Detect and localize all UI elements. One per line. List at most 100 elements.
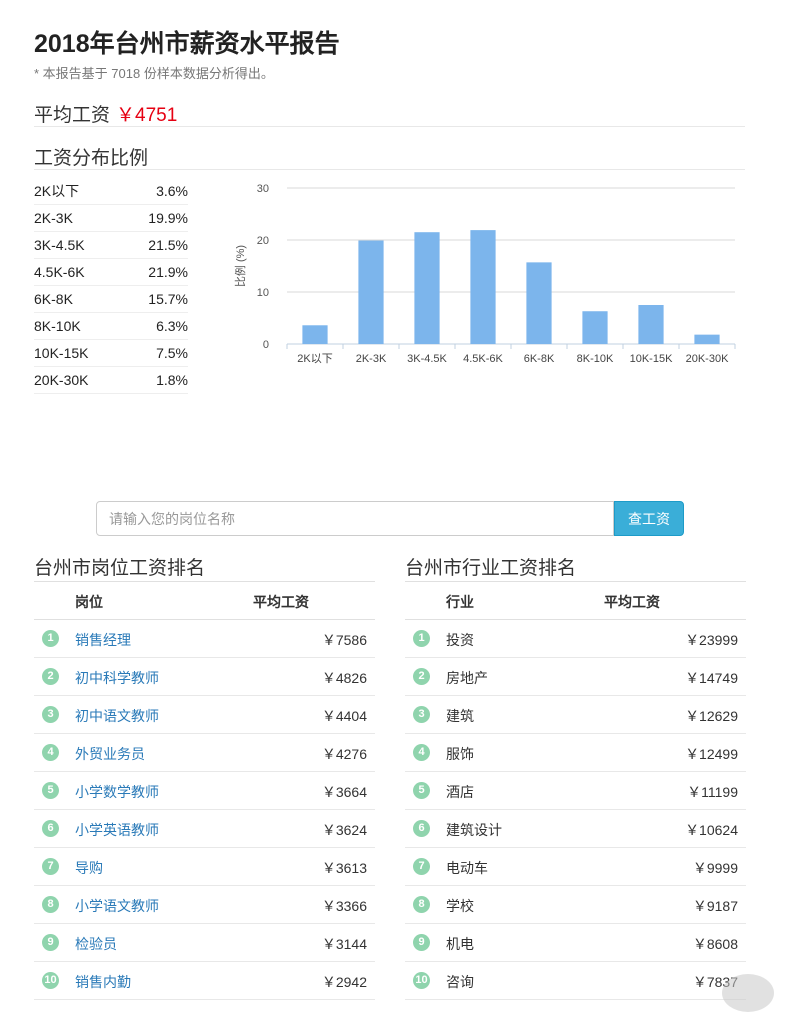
- range-percent: 1.8%: [156, 372, 188, 388]
- rank-badge: 3: [42, 706, 59, 723]
- range-percent: 15.7%: [148, 291, 188, 307]
- col-salary: 平均工资: [604, 594, 660, 610]
- salary-value: ￥12499: [685, 746, 738, 762]
- bar[interactable]: [694, 334, 720, 344]
- x-tick-label: 3K-4.5K: [407, 353, 447, 365]
- rank-badge: 1: [42, 630, 59, 647]
- job-ranking: 台州市岗位工资排名 岗位 平均工资 1 销售经理 ￥7586 2 初中科学教师 ￥4826…: [34, 553, 375, 1000]
- ranking-row[interactable]: 4 外贸业务员 ￥4276: [34, 734, 375, 772]
- job-link[interactable]: 外贸业务员: [75, 744, 145, 764]
- ranking-row: 3 建筑 ￥12629: [405, 696, 746, 734]
- bar[interactable]: [302, 325, 328, 344]
- ranking-row[interactable]: 1 销售经理 ￥7586: [34, 620, 375, 658]
- y-tick-label: 0: [263, 339, 269, 351]
- industry-name: 房地产: [446, 670, 488, 686]
- industry-name: 投资: [446, 632, 474, 648]
- range-label: 2K-3K: [34, 210, 73, 226]
- industry-name: 酒店: [446, 784, 474, 800]
- ranking-row: 5 酒店 ￥11199: [405, 772, 746, 810]
- job-link[interactable]: 小学英语教师: [75, 820, 159, 840]
- average-salary: 平均工资 ￥4751: [34, 100, 745, 127]
- watermark-logo: [722, 974, 774, 1012]
- range-label: 3K-4.5K: [34, 237, 85, 253]
- ranking-row[interactable]: 9 检验员 ￥3144: [34, 924, 375, 962]
- rank-badge: 10: [413, 972, 430, 989]
- job-ranking-header: 岗位 平均工资: [34, 582, 375, 620]
- range-label: 20K-30K: [34, 372, 89, 388]
- job-link[interactable]: 初中语文教师: [75, 706, 159, 726]
- ranking-row: 10 咨询 ￥7837: [405, 962, 746, 1000]
- rank-badge: 4: [413, 744, 430, 761]
- industry-name: 咨询: [446, 974, 474, 990]
- x-tick-label: 6K-8K: [524, 353, 555, 365]
- distribution-row: 8K-10K 6.3%: [34, 313, 188, 340]
- x-tick-label: 8K-10K: [577, 353, 614, 365]
- job-link[interactable]: 小学数学教师: [75, 782, 159, 802]
- ranking-row[interactable]: 5 小学数学教师 ￥3664: [34, 772, 375, 810]
- y-axis-label: 比例 (%): [233, 245, 247, 287]
- rank-badge: 5: [413, 782, 430, 799]
- salary-value: ￥11199: [687, 784, 738, 800]
- page-title: 2018年台州市薪资水平报告: [34, 30, 340, 58]
- ranking-row: 4 服饰 ￥12499: [405, 734, 746, 772]
- bar[interactable]: [638, 305, 664, 344]
- salary-value: ￥3613: [321, 860, 367, 876]
- bar[interactable]: [582, 311, 608, 344]
- bar[interactable]: [414, 232, 440, 344]
- bar[interactable]: [358, 240, 384, 344]
- salary-value: ￥3664: [321, 784, 367, 800]
- ranking-row: 2 房地产 ￥14749: [405, 658, 746, 696]
- industry-name: 建筑设计: [446, 822, 502, 838]
- ranking-row[interactable]: 3 初中语文教师 ￥4404: [34, 696, 375, 734]
- salary-value: ￥23999: [685, 632, 738, 648]
- bar[interactable]: [470, 230, 496, 344]
- rank-badge: 6: [42, 820, 59, 837]
- job-search-input[interactable]: [96, 501, 614, 536]
- salary-value: ￥4826: [321, 670, 367, 686]
- col-job: 岗位: [75, 594, 103, 610]
- ranking-row[interactable]: 7 导购 ￥3613: [34, 848, 375, 886]
- rank-badge: 7: [413, 858, 430, 875]
- distribution-row: 10K-15K 7.5%: [34, 340, 188, 367]
- col-salary: 平均工资: [253, 594, 309, 610]
- industry-name: 建筑: [446, 708, 474, 724]
- industry-name: 学校: [446, 898, 474, 914]
- x-tick-label: 20K-30K: [686, 353, 729, 365]
- job-ranking-title: 台州市岗位工资排名: [34, 553, 375, 582]
- distribution-row: 2K以下 3.6%: [34, 178, 188, 205]
- ranking-row: 6 建筑设计 ￥10624: [405, 810, 746, 848]
- job-link[interactable]: 检验员: [75, 934, 117, 954]
- range-label: 2K以下: [34, 183, 80, 199]
- job-link[interactable]: 小学语文教师: [75, 896, 159, 916]
- range-percent: 21.5%: [148, 237, 188, 253]
- bar[interactable]: [526, 262, 552, 344]
- search-bar: 查工资: [96, 501, 684, 536]
- ranking-row[interactable]: 6 小学英语教师 ￥3624: [34, 810, 375, 848]
- ranking-row[interactable]: 2 初中科学教师 ￥4826: [34, 658, 375, 696]
- distribution-row: 4.5K-6K 21.9%: [34, 259, 188, 286]
- job-link[interactable]: 初中科学教师: [75, 668, 159, 688]
- job-link[interactable]: 销售内勤: [75, 972, 131, 992]
- range-label: 6K-8K: [34, 291, 73, 307]
- industry-ranking-header: 行业 平均工资: [405, 582, 746, 620]
- ranking-row[interactable]: 10 销售内勤 ￥2942: [34, 962, 375, 1000]
- ranking-row: 9 机电 ￥8608: [405, 924, 746, 962]
- distribution-row: 20K-30K 1.8%: [34, 367, 188, 394]
- x-tick-label: 2K以下: [297, 353, 332, 365]
- salary-distribution-chart: 0 10 20 30 比例 (%) 2K以下 2K-3K 3K-4.5K 4.5K-6K 6K-8…: [233, 183, 736, 365]
- rank-badge: 9: [413, 934, 430, 951]
- distribution-table: 2K以下 3.6% 2K-3K 19.9% 3K-4.5K 21.5% 4.5K-6K 21.…: [34, 178, 188, 394]
- rank-badge: 7: [42, 858, 59, 875]
- search-salary-button[interactable]: 查工资: [614, 501, 684, 536]
- job-link[interactable]: 销售经理: [75, 630, 131, 650]
- ranking-row[interactable]: 8 小学语文教师 ￥3366: [34, 886, 375, 924]
- distribution-title: 工资分布比例: [34, 143, 745, 170]
- col-industry: 行业: [446, 594, 474, 610]
- rank-badge: 2: [413, 668, 430, 685]
- job-link[interactable]: 导购: [75, 858, 103, 878]
- ranking-row: 7 电动车 ￥9999: [405, 848, 746, 886]
- ranking-row: 1 投资 ￥23999: [405, 620, 746, 658]
- salary-value: ￥4404: [321, 708, 367, 724]
- salary-value: ￥14749: [685, 670, 738, 686]
- rank-badge: 10: [42, 972, 59, 989]
